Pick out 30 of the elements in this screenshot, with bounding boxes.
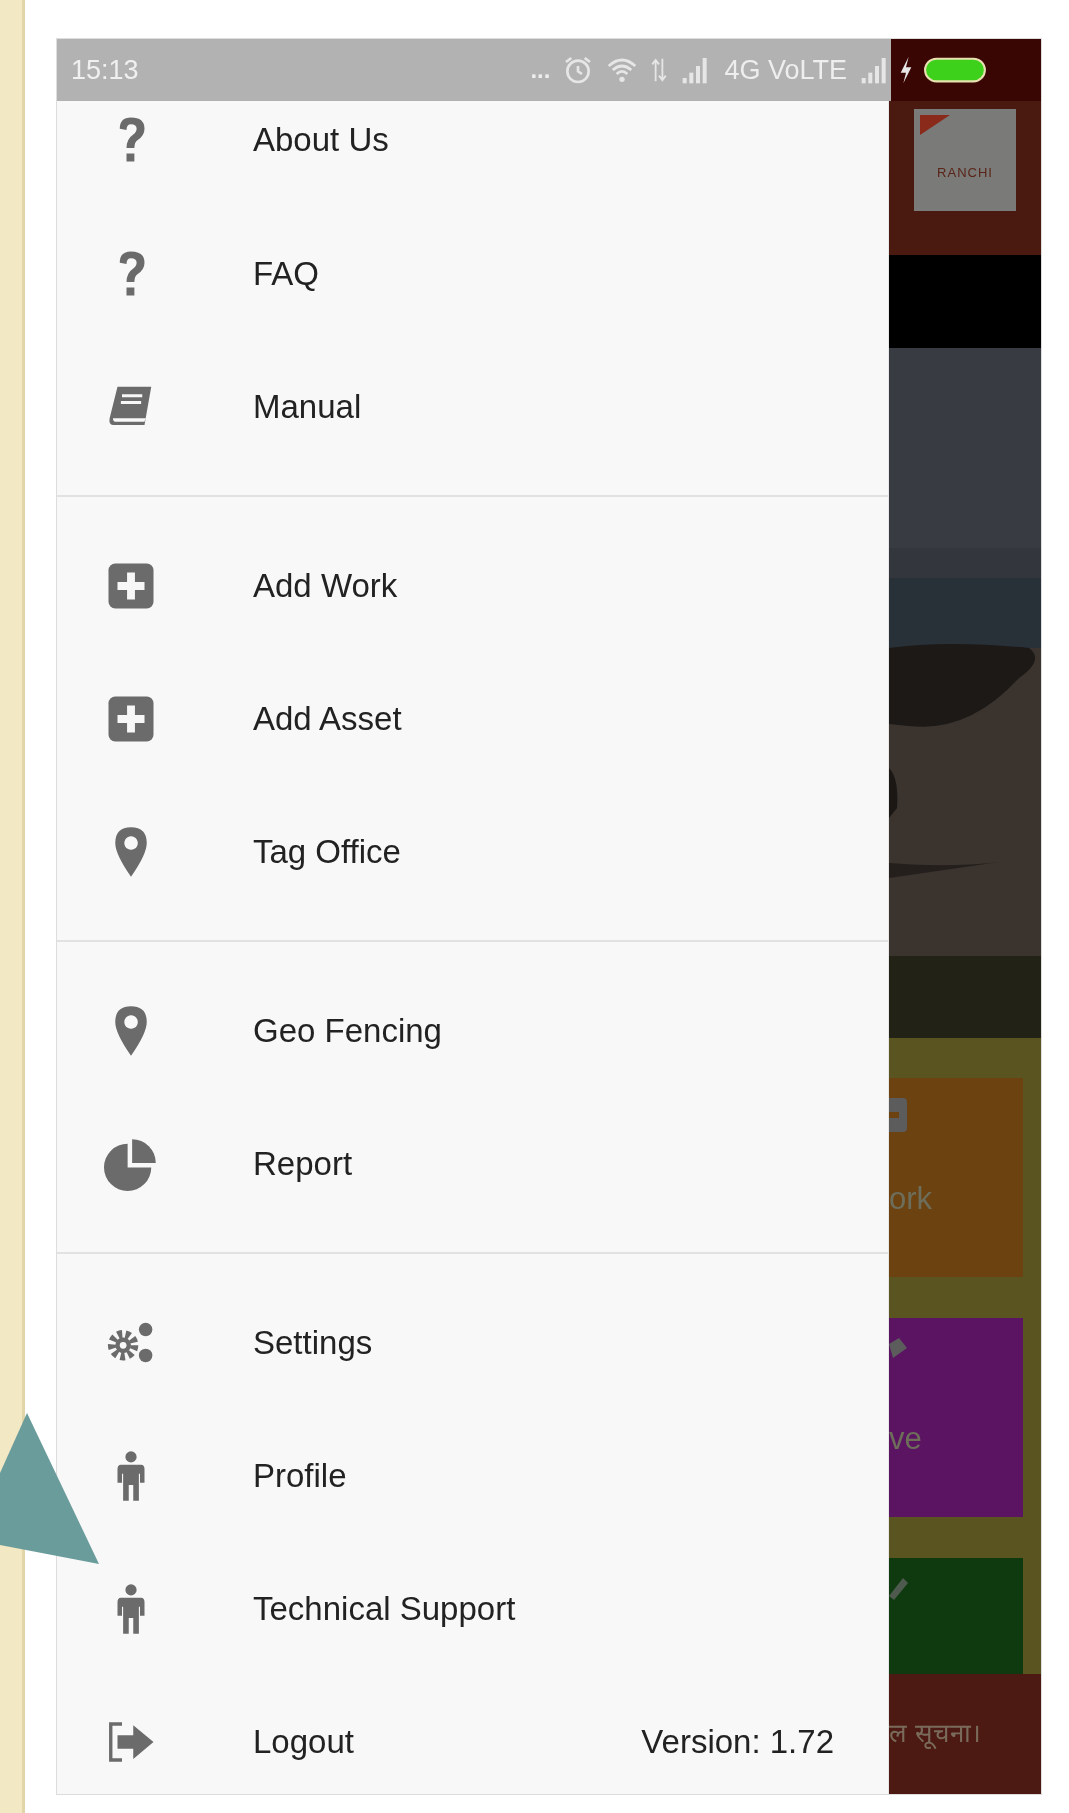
menu-item-label: About Us <box>253 121 389 159</box>
menu-item[interactable]: Technical Support <box>102 1542 888 1675</box>
menu-item[interactable]: Logout Version: 1.72 <box>102 1675 888 1794</box>
logo: RANCHI <box>914 109 1016 211</box>
menu-item-label: Report <box>253 1144 353 1183</box>
clock-text: 15:13 <box>71 54 139 86</box>
menu-item[interactable]: Geo Fencing <box>102 964 888 1097</box>
menu-item[interactable]: Add Work <box>102 519 888 652</box>
menu-item-label: Profile <box>253 1456 347 1495</box>
menu-item-label: Tag Office <box>253 832 401 871</box>
news-ticker: ल सूचना। <box>889 1674 1041 1794</box>
menu-item-label: Add Asset <box>253 699 402 738</box>
menu-item[interactable]: Tag Office <box>102 785 888 918</box>
menu-item-label: Geo Fencing <box>253 1011 442 1050</box>
menu-item-label: Technical Support <box>253 1589 516 1628</box>
menu-item[interactable]: Add Asset <box>102 652 888 785</box>
menu-item-label: Manual <box>253 387 362 426</box>
menu-item-label: FAQ <box>253 254 320 293</box>
menu-item-label: Logout <box>253 1722 354 1761</box>
menu-item[interactable]: Manual <box>102 340 888 473</box>
menu-item-label: Settings <box>253 1323 373 1362</box>
network-text: 4G VoLTE <box>724 54 847 86</box>
menu-item[interactable]: Settings <box>102 1276 888 1409</box>
menu-item-label: Add Work <box>253 566 398 605</box>
menu-item[interactable]: About Us <box>102 101 888 207</box>
menu-item[interactable]: Report <box>102 1097 888 1230</box>
menu-item[interactable]: FAQ <box>102 207 888 340</box>
notification-dots: ... <box>530 56 551 84</box>
menu-item[interactable]: Profile <box>102 1409 888 1542</box>
version-text: Version: 1.72 <box>641 1722 834 1761</box>
